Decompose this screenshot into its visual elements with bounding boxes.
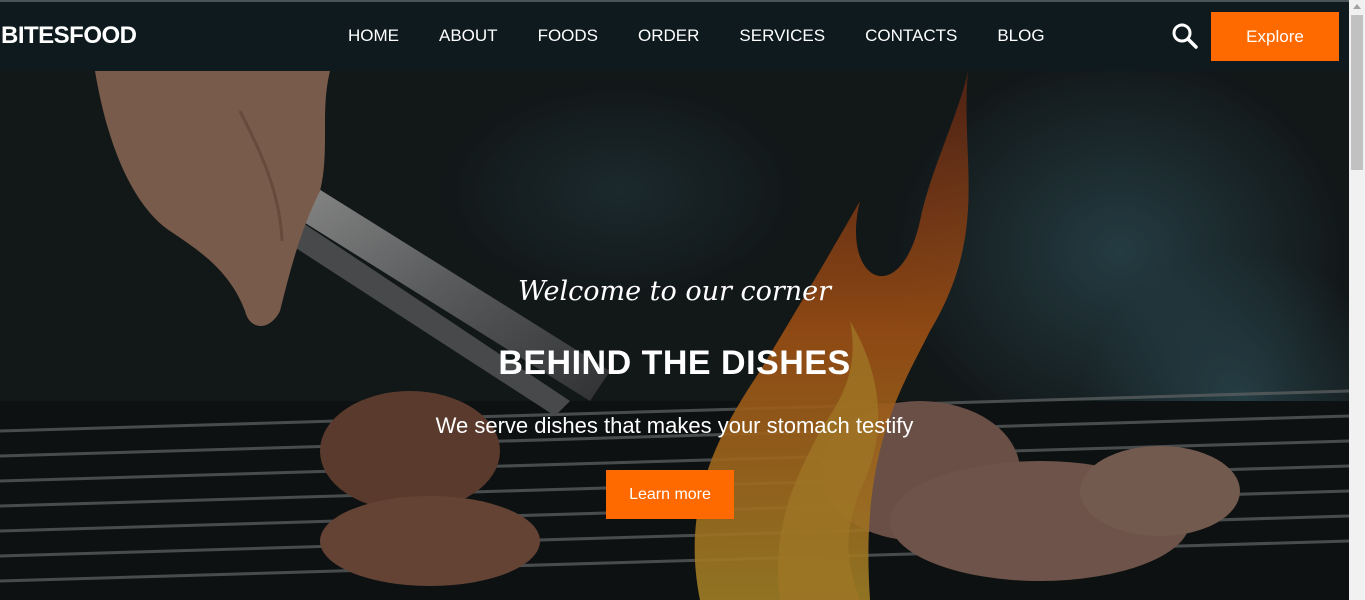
brand-logo[interactable]: BITESFOOD xyxy=(1,22,137,50)
scrollbar-thumb[interactable] xyxy=(1351,15,1363,170)
nav-foods[interactable]: FOODS xyxy=(538,26,598,46)
hero-content: Welcome to our corner BEHIND THE DISHES … xyxy=(0,71,1349,600)
nav-order[interactable]: ORDER xyxy=(638,26,699,46)
navbar: BITESFOOD HOME ABOUT FOODS ORDER SERVICE… xyxy=(0,2,1349,71)
main-menu: HOME ABOUT FOODS ORDER SERVICES CONTACTS… xyxy=(348,26,1085,46)
scroll-up-arrow-icon[interactable] xyxy=(1353,4,1361,9)
nav-home[interactable]: HOME xyxy=(348,26,399,46)
hero-subtitle: We serve dishes that makes your stomach … xyxy=(435,413,914,438)
hero-welcome-text: Welcome to our corner xyxy=(517,276,832,307)
explore-button[interactable]: Explore xyxy=(1211,12,1339,61)
hero-title: BEHIND THE DISHES xyxy=(498,344,851,382)
hero-section: Welcome to our corner BEHIND THE DISHES … xyxy=(0,71,1349,600)
nav-services[interactable]: SERVICES xyxy=(739,26,825,46)
nav-contacts[interactable]: CONTACTS xyxy=(865,26,957,46)
nav-about[interactable]: ABOUT xyxy=(439,26,498,46)
nav-blog[interactable]: BLOG xyxy=(997,26,1044,46)
learn-more-button[interactable]: Learn more xyxy=(606,470,734,519)
search-icon[interactable] xyxy=(1171,22,1199,50)
